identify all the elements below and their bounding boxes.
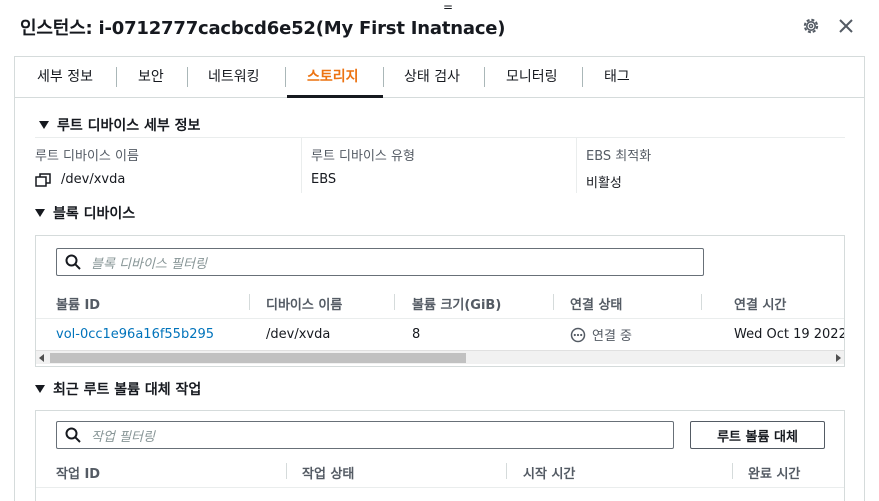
tab-monitoring[interactable]: 모니터링	[506, 57, 558, 97]
horizontal-scrollbar[interactable]	[36, 350, 844, 364]
tab-divider	[116, 67, 117, 87]
settings-gear-icon[interactable]	[799, 14, 823, 38]
field-value: EBS	[311, 172, 337, 187]
column-resizer[interactable]	[394, 294, 395, 310]
section-title: 루트 디바이스 세부 정보	[57, 118, 201, 134]
instance-detail-panel: 세부 정보 보안 네트워킹 스토리지 상태 검사 모니터링 태그 루트 디바이스…	[14, 56, 865, 501]
active-tab-indicator	[287, 95, 383, 98]
tab-bar: 세부 정보 보안 네트워킹 스토리지 상태 검사 모니터링 태그	[15, 57, 864, 98]
column-header-volume-id[interactable]: 볼륨 ID	[56, 294, 100, 313]
tab-details[interactable]: 세부 정보	[37, 57, 93, 97]
tab-divider	[285, 67, 286, 87]
divider	[35, 137, 845, 138]
root-device-type-field: 루트 디바이스 유형 EBS	[311, 145, 415, 209]
tab-divider	[484, 67, 485, 87]
ebs-optimized-field: EBS 최적화 비활성	[586, 145, 651, 209]
search-icon	[65, 254, 81, 270]
column-header-start-time[interactable]: 시작 시간	[523, 463, 575, 482]
column-resizer[interactable]	[701, 294, 702, 310]
column-header-attach-status[interactable]: 연결 상태	[570, 294, 622, 313]
column-header-task-status[interactable]: 작업 상태	[302, 463, 354, 482]
field-value: /dev/xvda	[35, 172, 139, 187]
field-label: 루트 디바이스 유형	[311, 149, 415, 164]
column-header-attach-time[interactable]: 연결 시간	[734, 294, 786, 313]
section-title: 블록 디바이스	[53, 206, 136, 222]
root-volume-replace-table: 작업 필터링 루트 볼륨 대체 작업 ID 작업 상태 시작 시간 완료 시간	[35, 410, 845, 501]
tab-tags[interactable]: 태그	[604, 57, 630, 97]
filter-placeholder: 작업 필터링	[91, 429, 155, 445]
caret-down-icon	[39, 121, 49, 129]
copy-icon[interactable]	[35, 172, 51, 187]
block-devices-section-header[interactable]: 블록 디바이스	[35, 203, 135, 223]
column-resizer[interactable]	[553, 294, 554, 310]
attach-status-cell: 연결 중	[570, 325, 632, 344]
volume-id-link[interactable]: vol-0cc1e96a16f55b295	[56, 327, 214, 342]
root-device-name-value: /dev/xvda	[61, 172, 126, 187]
caret-down-icon	[35, 385, 45, 393]
title-marker: =	[443, 0, 454, 14]
replace-root-volume-button[interactable]: 루트 볼륨 대체	[690, 421, 825, 449]
tab-networking[interactable]: 네트워킹	[208, 57, 260, 97]
device-name-cell: /dev/xvda	[266, 327, 331, 342]
table-divider	[36, 318, 844, 319]
attach-time-cell: Wed Oct 19 2022	[734, 327, 845, 342]
close-icon[interactable]	[834, 14, 858, 38]
task-filter-input[interactable]: 작업 필터링	[56, 421, 674, 449]
root-volume-replace-section-header[interactable]: 최근 루트 볼륨 대체 작업	[35, 379, 201, 399]
scrollbar-thumb[interactable]	[50, 353, 466, 363]
column-divider	[576, 137, 577, 193]
attach-status-text: 연결 중	[592, 329, 633, 344]
tab-status-checks[interactable]: 상태 검사	[404, 57, 460, 97]
table-divider	[36, 487, 844, 488]
caret-down-icon	[35, 209, 45, 217]
field-label: 루트 디바이스 이름	[35, 149, 139, 164]
column-header-task-id[interactable]: 작업 ID	[56, 463, 100, 482]
column-resizer[interactable]	[506, 463, 507, 479]
volume-size-cell: 8	[412, 327, 421, 342]
column-resizer[interactable]	[732, 463, 733, 479]
column-header-device-name[interactable]: 디바이스 이름	[266, 294, 342, 313]
tab-divider	[582, 67, 583, 87]
tab-security[interactable]: 보안	[138, 57, 164, 97]
tab-storage[interactable]: 스토리지	[307, 57, 359, 97]
search-icon	[65, 427, 81, 443]
column-divider	[301, 137, 302, 193]
field-label: EBS 최적화	[586, 149, 652, 164]
in-progress-icon	[570, 327, 586, 342]
section-title: 최근 루트 볼륨 대체 작업	[53, 382, 202, 398]
column-resizer[interactable]	[249, 294, 250, 310]
filter-placeholder: 블록 디바이스 필터링	[91, 256, 207, 272]
root-device-name-field: 루트 디바이스 이름 /dev/xvda	[35, 145, 139, 209]
tab-divider	[383, 67, 384, 87]
block-devices-table: 블록 디바이스 필터링 볼륨 ID 디바이스 이름 볼륨 크기(GiB) 연결 …	[35, 235, 845, 367]
scroll-left-icon[interactable]	[39, 354, 44, 362]
panel-title: 인스턴스: i-0712777cacbcd6e52(My First Inatn…	[20, 18, 506, 39]
block-device-filter-input[interactable]: 블록 디바이스 필터링	[56, 248, 704, 276]
column-header-volume-size[interactable]: 볼륨 크기(GiB)	[412, 294, 501, 313]
column-resizer[interactable]	[286, 463, 287, 479]
field-value: 비활성	[586, 176, 622, 191]
column-header-completion-time[interactable]: 완료 시간	[748, 463, 800, 482]
tab-divider	[187, 67, 188, 87]
root-device-section-header[interactable]: 루트 디바이스 세부 정보	[39, 115, 200, 135]
scroll-right-icon[interactable]	[836, 354, 841, 362]
